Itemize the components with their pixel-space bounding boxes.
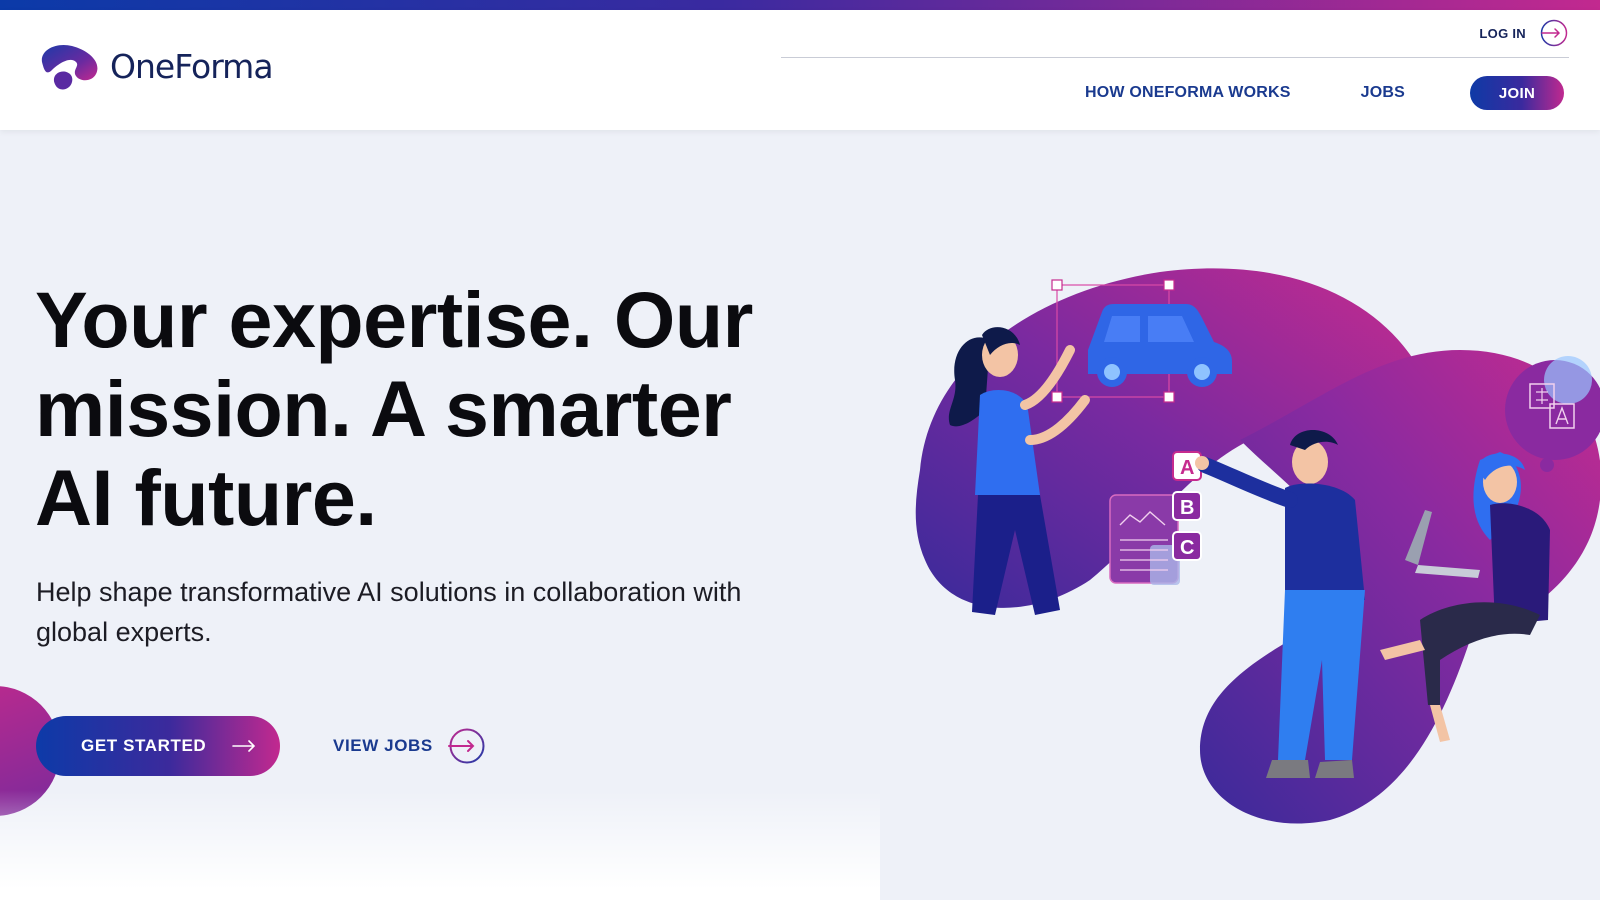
hero-title: Your expertise. Our mission. A smarter A… — [35, 275, 753, 542]
option-b-tile: B — [1172, 491, 1202, 521]
bottom-fade — [0, 790, 880, 900]
circle-arrow-right-icon — [447, 728, 485, 764]
main-nav: HOW ONEFORMA WORKS JOBS JOIN — [1085, 76, 1564, 110]
svg-text:A: A — [1180, 457, 1194, 479]
view-jobs-link[interactable]: VIEW JOBS — [333, 727, 485, 765]
login-label: LOG IN — [1479, 25, 1526, 41]
login-link[interactable]: LOG IN — [1479, 19, 1568, 47]
view-jobs-label: VIEW JOBS — [333, 736, 433, 755]
oneforma-logo[interactable]: OneForma — [36, 40, 274, 92]
logo-wordmark: OneForma — [110, 46, 274, 86]
nav-jobs[interactable]: JOBS — [1361, 84, 1405, 102]
join-button[interactable]: JOIN — [1470, 76, 1564, 110]
get-started-label: GET STARTED — [81, 736, 207, 755]
hero-subtitle: Help shape transformative AI solutions i… — [36, 577, 742, 647]
site-header: OneForma LOG IN HOW ONEFORMA WORKS JOBS … — [0, 10, 1600, 130]
document-chart-icon — [1109, 494, 1180, 585]
top-gradient-bar — [0, 0, 1600, 10]
svg-text:C: C — [1180, 537, 1194, 559]
oneforma-logo-icon — [41, 44, 98, 90]
get-started-button[interactable]: GET STARTED — [36, 716, 280, 776]
arrow-right-icon — [232, 740, 256, 752]
option-c-tile: C — [1172, 531, 1202, 561]
nav-how-oneforma-works[interactable]: HOW ONEFORMA WORKS — [1085, 84, 1291, 102]
hero-illustration: A B C — [915, 268, 1600, 824]
svg-text:B: B — [1180, 497, 1194, 519]
header-divider — [781, 57, 1569, 58]
circle-arrow-right-icon — [1540, 19, 1568, 47]
